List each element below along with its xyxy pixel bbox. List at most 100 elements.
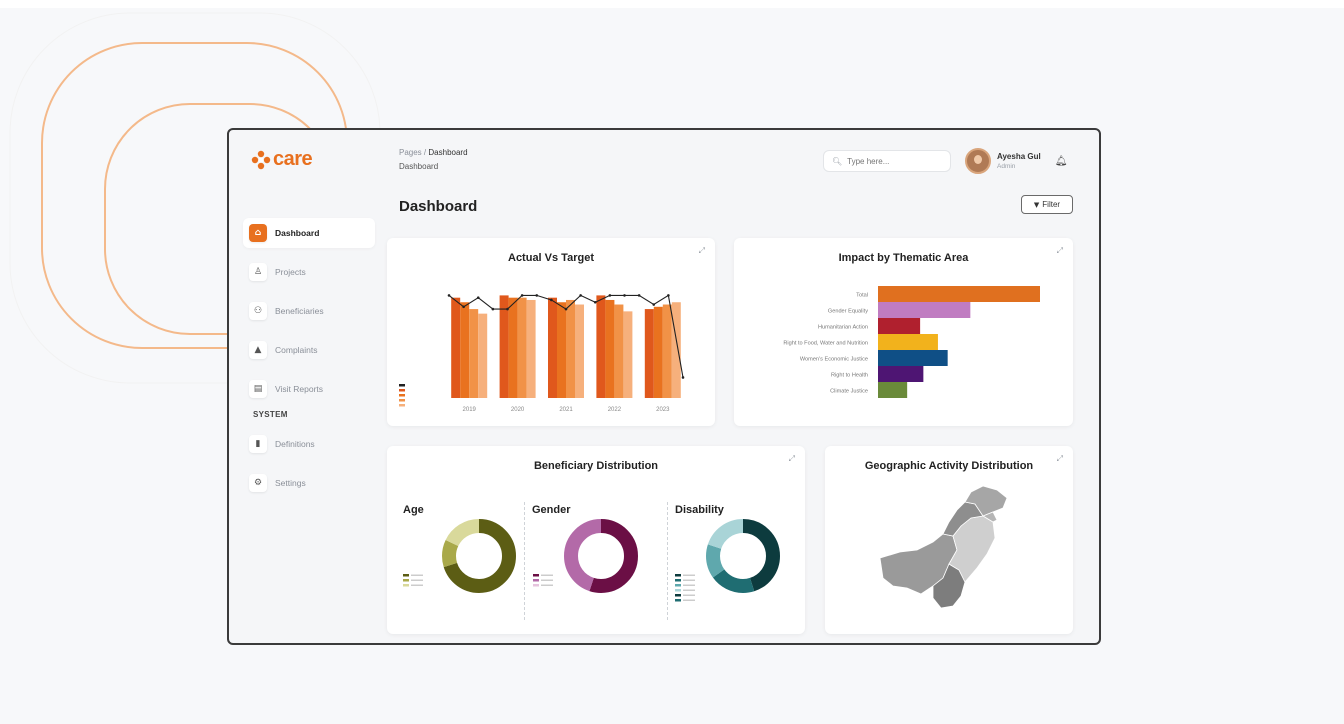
legend-text-line	[683, 594, 695, 596]
bar	[878, 286, 1040, 302]
bar	[548, 297, 557, 398]
line-point	[579, 294, 582, 297]
x-tick-label: 2020	[511, 407, 525, 413]
legend-text-line	[683, 579, 695, 581]
filter-label: Filter	[1042, 200, 1061, 209]
settings-icon: ⚙	[249, 474, 267, 492]
line-point	[667, 294, 670, 297]
filter-icon: ▼	[1033, 200, 1040, 209]
legend-text-line	[683, 589, 695, 591]
legend-swatch	[675, 584, 681, 587]
bar	[596, 295, 606, 398]
bar	[517, 297, 527, 398]
breadcrumb-root[interactable]: Pages	[399, 148, 422, 157]
legend-text-line	[411, 584, 423, 586]
user-role: Admin	[997, 163, 1016, 170]
bar	[451, 297, 461, 398]
line-point	[564, 307, 568, 311]
thematic-chart: Total Gender Equality Humanitarian Action R…	[783, 286, 1040, 398]
bar	[878, 334, 938, 350]
avatar[interactable]	[965, 148, 991, 174]
bar	[878, 302, 971, 318]
filter-button[interactable]: ▼ Filter	[1021, 195, 1073, 214]
bar	[878, 350, 948, 366]
beneficiary-card: Beneficiary Distribution ⤢ Age Gender Di…	[387, 446, 805, 634]
sidebar-item-definitions[interactable]: ▮ Definitions	[243, 429, 375, 459]
line-point	[608, 294, 612, 297]
projects-icon: ♙	[249, 263, 267, 281]
sidebar-item-complaints[interactable]: ▲ Complaints	[243, 335, 375, 365]
pakistan-map[interactable]	[825, 446, 1073, 634]
actual-vs-target-card: Actual Vs Target ⤢ 2019 2020 2021 2022 2023	[387, 238, 715, 426]
legend-swatch	[533, 574, 539, 577]
dashboard-window: care ⌂ Dashboard ♙ Projects ⚇ Beneficiaries ▲ C…	[227, 128, 1101, 645]
section-label-system: SYSTEM	[253, 410, 288, 419]
bar	[878, 366, 924, 382]
bar	[878, 318, 921, 334]
legend-swatch	[403, 584, 409, 587]
search-icon: 🔍︎	[832, 156, 843, 166]
line-point	[593, 300, 597, 304]
legend-text-line	[541, 579, 553, 581]
y-tick-label: Climate Justice	[830, 389, 868, 395]
bar	[526, 299, 536, 398]
users-icon: ⚇	[249, 302, 267, 320]
header: Pages / Dashboard Dashboard	[399, 148, 468, 171]
user-profile[interactable]: Ayesha Gul Admin 🔔︎	[965, 148, 1067, 174]
page-title: Dashboard	[399, 198, 478, 215]
bar	[508, 297, 518, 398]
legend-text-line	[683, 574, 695, 576]
legend-swatch	[675, 579, 681, 582]
y-tick-label: Gender Equality	[828, 309, 868, 315]
breadcrumb-current: Dashboard	[428, 148, 468, 157]
y-tick-label: Right to Food, Water and Nutrition	[783, 341, 868, 347]
definitions-icon: ▮	[249, 435, 267, 453]
breadcrumb-subtitle: Dashboard	[399, 162, 439, 171]
user-name: Ayesha Gul	[997, 152, 1041, 161]
bar	[557, 302, 566, 398]
bar	[469, 309, 479, 398]
legend-swatch	[533, 584, 539, 587]
legend-swatch	[399, 394, 405, 397]
bar	[671, 302, 681, 398]
sidebar-item-beneficiaries[interactable]: ⚇ Beneficiaries	[243, 296, 375, 326]
bar	[566, 299, 575, 398]
bar	[878, 382, 908, 398]
bar	[605, 299, 615, 398]
sidebar-item-settings[interactable]: ⚙ Settings	[243, 468, 375, 498]
y-tick-label: Total	[856, 293, 868, 299]
care-logo[interactable]: care	[251, 148, 313, 171]
line-point	[520, 294, 524, 297]
sidebar-item-label: Complaints	[275, 345, 318, 355]
y-tick-label: Humanitarian Action	[818, 325, 868, 331]
legend-text-line	[683, 584, 695, 586]
sidebar: ⌂ Dashboard ♙ Projects ⚇ Beneficiaries ▲ Compla…	[243, 218, 375, 507]
actual-vs-target-chart: 2019 2020 2021 2022 2023	[399, 294, 685, 413]
sidebar-item-label: Settings	[275, 478, 306, 488]
search-input[interactable]	[847, 156, 943, 166]
sidebar-item-label: Visit Reports	[275, 384, 324, 394]
bell-icon[interactable]: 🔔︎	[1055, 156, 1068, 167]
alert-icon: ▲	[249, 341, 267, 359]
legend-text-line	[411, 579, 423, 581]
line-point	[506, 307, 509, 311]
line-point	[491, 307, 495, 311]
bar	[478, 313, 488, 398]
legend-swatch	[675, 589, 681, 592]
line-point	[550, 298, 553, 302]
geographic-card: Geographic Activity Distribution ⤢	[825, 446, 1073, 634]
sidebar-item-label: Dashboard	[275, 228, 320, 238]
legend-text-line	[683, 599, 695, 601]
bar	[662, 304, 672, 398]
sidebar-item-projects[interactable]: ♙ Projects	[243, 257, 375, 287]
legend-swatch	[533, 579, 539, 582]
bar	[623, 311, 633, 398]
bar	[575, 304, 584, 398]
sidebar-item-visit-reports[interactable]: ▤ Visit Reports	[243, 374, 375, 404]
sidebar-item-dashboard[interactable]: ⌂ Dashboard	[243, 218, 375, 248]
line-point	[535, 294, 539, 297]
line-point	[476, 296, 480, 299]
search-box[interactable]: 🔍︎	[823, 150, 951, 172]
breadcrumb-separator: /	[423, 148, 427, 157]
legend-swatch	[403, 574, 409, 577]
